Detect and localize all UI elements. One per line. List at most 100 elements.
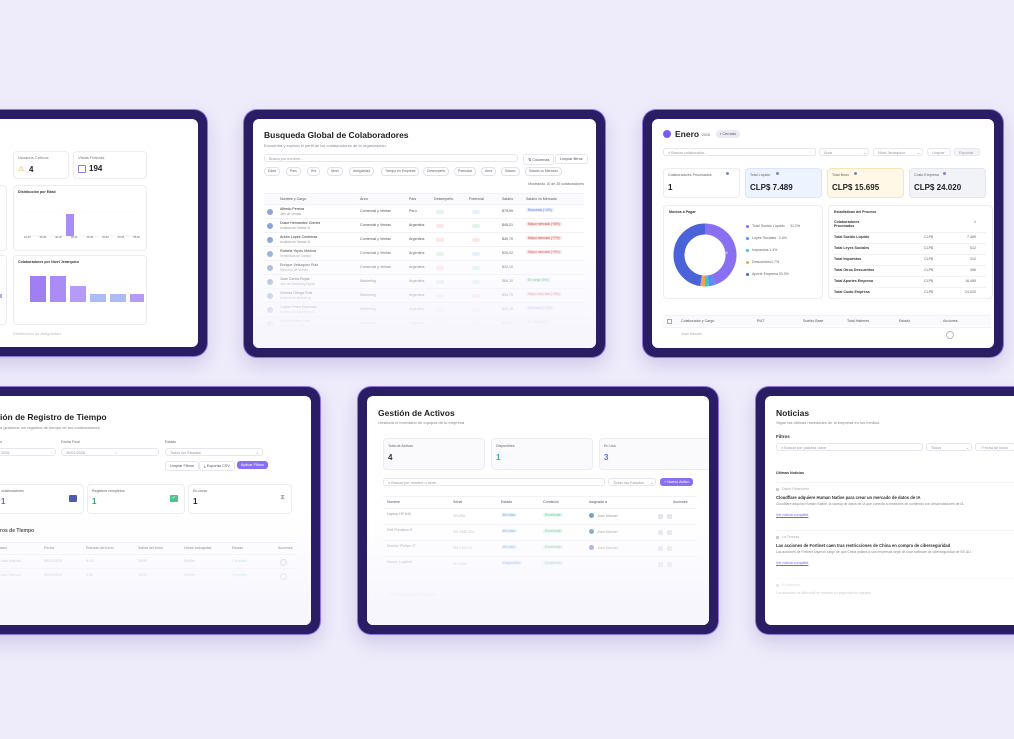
- filter-chip[interactable]: Área: [481, 167, 497, 176]
- table-row[interactable]: Luisa Moreno Díaz Diseñadora Gráfica Marke…: [264, 316, 584, 331]
- status-select[interactable]: Todas las Estados ⌄: [608, 478, 656, 486]
- table-row[interactable]: Dell Precision 5 SN-1930-201 En Uso Excelen…: [383, 524, 697, 541]
- column-header[interactable]: Fecha: [44, 546, 54, 550]
- edit-icon[interactable]: [658, 562, 663, 567]
- apply-filters-button[interactable]: Aplicar Filtros: [237, 461, 268, 469]
- stat-currency: CLP$: [924, 246, 933, 250]
- avatar: [267, 321, 273, 327]
- column-header[interactable]: Salario vs Mercado: [526, 197, 557, 201]
- search-input[interactable]: ⌕ Buscar por nombre o serie...: [383, 478, 605, 486]
- donut-slice[interactable]: [673, 223, 706, 287]
- column-header[interactable]: Salario: [502, 197, 513, 201]
- filter-chip[interactable]: Salario: [501, 167, 520, 176]
- table-row[interactable]: Dulce Hernandez Gomez Analista de Ventas …: [264, 218, 584, 233]
- edit-icon[interactable]: [658, 546, 663, 551]
- end-date-field[interactable]: 30/01/2026 ▫: [61, 448, 159, 456]
- column-header[interactable]: Desempeño: [434, 197, 453, 201]
- select-all-checkbox[interactable]: [667, 319, 672, 324]
- column-header[interactable]: Sueldo Base: [803, 319, 823, 323]
- back-button[interactable]: [663, 130, 671, 138]
- keyword-search-input[interactable]: ⌕ Buscar por palabra clave: [776, 443, 923, 451]
- filter-chip[interactable]: Tiempo en Empresa: [381, 167, 420, 176]
- column-header[interactable]: Asignado a: [589, 500, 607, 504]
- edit-icon[interactable]: [658, 530, 663, 535]
- column-header[interactable]: País: [409, 197, 416, 201]
- filter-chip[interactable]: Nivel: [327, 167, 343, 176]
- column-header[interactable]: Nombre y Cargo: [280, 197, 306, 201]
- search-input[interactable]: ⌕ Buscar colaborador...: [663, 148, 816, 156]
- more-icon[interactable]: [679, 514, 682, 519]
- column-header[interactable]: Acciones: [673, 500, 688, 504]
- more-icon[interactable]: [679, 530, 682, 535]
- filter-chip[interactable]: Potencial: [454, 167, 476, 176]
- read-more-link[interactable]: Ver noticia completa: [776, 561, 808, 565]
- column-header[interactable]: Total Haberes: [847, 319, 869, 323]
- level-select[interactable]: Nivel Jerárquico ⌄: [873, 148, 923, 156]
- search-input[interactable]: Busca por nombre...: [264, 154, 518, 162]
- columns-button[interactable]: ⇅ Columnas: [523, 154, 555, 165]
- column-header[interactable]: Entrada del turno: [86, 546, 114, 550]
- new-asset-button[interactable]: + Nuevo Activo: [660, 478, 694, 486]
- table-row[interactable]: Carlos Pérez Espinoza Analista de Marketi…: [264, 302, 584, 317]
- table-row[interactable]: Mouse Logitech SN-3392 Disponible Excelente: [383, 556, 697, 573]
- filter-chip[interactable]: Rol: [307, 167, 321, 176]
- table-row[interactable]: Arturo López Contreras Analista de Ventas…: [264, 232, 584, 247]
- table-row[interactable]: Monitor Philips 27 SN-2193-01 En Uso Excele…: [383, 540, 697, 557]
- edit-icon[interactable]: [658, 514, 663, 519]
- view-icon[interactable]: [667, 546, 672, 551]
- view-icon[interactable]: [280, 573, 287, 580]
- column-header[interactable]: Acciones: [943, 319, 958, 323]
- clear-filters-button[interactable]: Limpiar Filtros: [165, 461, 199, 471]
- filter-chip[interactable]: País: [286, 167, 301, 176]
- table-row[interactable]: Enrique Velázquez Ruiz Ejecutivo de Venta…: [264, 260, 584, 275]
- filter-chip[interactable]: Antigüedad: [349, 167, 375, 176]
- column-header[interactable]: Serial: [453, 500, 462, 504]
- filter-chip[interactable]: Desempeño: [423, 167, 450, 176]
- table-row[interactable]: Laptop HP 640 SN-000 En Uso Excelente Juan M…: [383, 508, 697, 525]
- view-icon[interactable]: [280, 559, 287, 566]
- view-icon[interactable]: [667, 514, 672, 519]
- area-select[interactable]: Área ⌄: [819, 148, 869, 156]
- view-icon[interactable]: [667, 562, 672, 567]
- table-row[interactable]: Juan Manuel: [663, 327, 991, 342]
- view-icon[interactable]: [667, 530, 672, 535]
- column-header[interactable]: ador: [0, 546, 7, 550]
- more-icon[interactable]: [679, 546, 682, 551]
- column-header[interactable]: Salida del turno: [138, 546, 163, 550]
- clear-button[interactable]: Limpiar: [927, 148, 951, 156]
- read-more-link[interactable]: Ver noticia completa: [776, 513, 808, 517]
- column-header[interactable]: Nombre: [387, 500, 400, 504]
- table-row[interactable]: Rafaela Yepes Medina Vendedora de Campo Co…: [264, 246, 584, 261]
- column-header[interactable]: Estado: [899, 319, 910, 323]
- news-item[interactable]: La Tercera Las acciones de Fortinet caen …: [776, 530, 1014, 577]
- filter-chip[interactable]: Edad: [264, 167, 280, 176]
- column-header[interactable]: Área: [360, 197, 368, 201]
- news-item[interactable]: Diario Financiero Cloudflare adquiere Hum…: [776, 482, 1014, 529]
- status-select[interactable]: Todos los Estados ⌄: [165, 448, 263, 456]
- clear-filters-button[interactable]: Limpiar filtros: [555, 154, 588, 164]
- export-button[interactable]: Exportar: [954, 148, 980, 156]
- table-row[interactable]: Alfredo Pereira Jefe de Ventas Comercial y…: [264, 204, 584, 219]
- column-header[interactable]: Colaborador y Cargo: [681, 319, 714, 323]
- export-csv-button[interactable]: ⤓ Exportar CSV: [199, 461, 235, 471]
- column-header[interactable]: Horas trabajadas: [184, 546, 211, 550]
- column-header[interactable]: Estado: [501, 500, 512, 504]
- donut-slice[interactable]: [707, 274, 716, 287]
- start-date-field[interactable]: 2026 ▫: [0, 448, 56, 456]
- start-date-input[interactable]: ▫ Fecha de inicio: [975, 443, 1014, 451]
- news-item[interactable]: El Mercurio Los anuncios de Microsoft se …: [776, 578, 1014, 625]
- table-row[interactable]: Ximena Ortega Ruiz Analista de Marketing M…: [264, 288, 584, 303]
- filter-chip[interactable]: Salario vs Mercado: [525, 167, 563, 176]
- source-select[interactable]: Todos ⌄: [926, 443, 972, 451]
- action-icon[interactable]: [946, 331, 954, 339]
- more-icon[interactable]: [679, 562, 682, 567]
- table-row[interactable]: Juan Carlos Rojas Jefe de Marketing Digit…: [264, 274, 584, 289]
- column-header[interactable]: Potencial: [469, 197, 484, 201]
- column-header[interactable]: Condición: [543, 500, 559, 504]
- table-row[interactable]: Juan Manuel 05/01/2026 8:15 18:00 9h45m Compl…: [0, 554, 296, 569]
- column-header[interactable]: Estado: [232, 546, 243, 550]
- column-header[interactable]: Acciones: [278, 546, 293, 550]
- chevron-down-icon: ⌄: [965, 446, 969, 450]
- table-row[interactable]: Juan Manuel 06/01/2026 8:30 18:00 9h30m Compl…: [0, 568, 296, 583]
- column-header[interactable]: RUT: [757, 319, 764, 323]
